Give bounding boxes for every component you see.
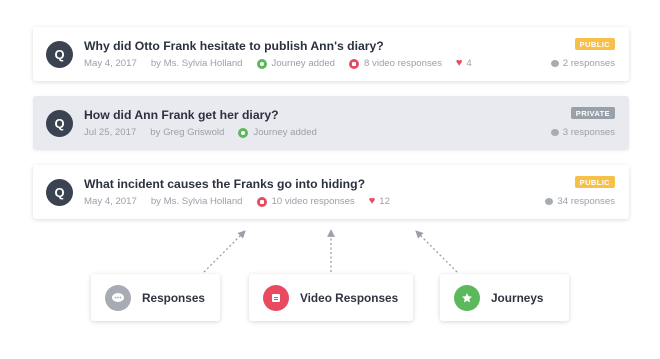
question-meta: May 4, 2017 by Ms. Sylvia Holland 10 vid… (84, 195, 390, 208)
video-icon (256, 196, 267, 207)
chat-bubble-icon (545, 198, 554, 205)
question-title[interactable]: What incident causes the Franks go into … (84, 177, 365, 191)
legend-video-responses: Video Responses (249, 274, 413, 321)
video-responses-count: 8 video responses (364, 58, 442, 69)
legend-journeys: Journeys (440, 274, 569, 321)
journey-indicator: Journey added (256, 58, 336, 69)
question-card[interactable]: Q How did Ann Frank get her diary? Jul 2… (33, 96, 629, 150)
video-responses-count: 10 video responses (271, 196, 355, 207)
question-title[interactable]: How did Ann Frank get her diary? (84, 108, 279, 122)
journey-indicator: Journey added (238, 127, 317, 138)
legend-label: Journeys (491, 290, 544, 305)
chat-bubble-icon (105, 284, 131, 311)
chat-bubble-icon (550, 129, 559, 136)
question-avatar: Q (46, 41, 73, 68)
video-responses-indicator: 8 video responses (349, 58, 442, 69)
responses-label: 34 responses (557, 196, 615, 207)
likes-indicator: ♥ 4 (455, 57, 472, 70)
video-icon (349, 58, 360, 69)
journey-label: Journey added (253, 127, 317, 138)
responses-label: 3 responses (562, 127, 615, 138)
visibility-badge: PUBLIC (574, 176, 615, 188)
journey-icon (238, 127, 249, 138)
question-title[interactable]: Why did Otto Frank hesitate to publish A… (84, 39, 384, 53)
question-date: Jul 25, 2017 (84, 127, 137, 138)
responses-label: 2 responses (562, 58, 615, 69)
legend-label: Video Responses (300, 290, 399, 305)
responses-count: 34 responses (545, 196, 615, 207)
visibility-badge: PRIVATE (570, 107, 615, 119)
question-author: by Ms. Sylvia Holland (150, 58, 243, 69)
likes-indicator: ♥ 12 (368, 195, 390, 208)
responses-count: 3 responses (550, 127, 615, 138)
heart-icon: ♥ (455, 57, 463, 69)
heart-icon: ♥ (368, 195, 376, 207)
video-responses-indicator: 10 video responses (256, 196, 355, 207)
question-meta: Jul 25, 2017 by Greg Griswold Journey ad… (84, 127, 317, 138)
question-avatar: Q (46, 179, 73, 206)
chat-bubble-icon (550, 60, 559, 67)
arrow-responses (203, 230, 246, 273)
question-author: by Greg Griswold (150, 127, 225, 138)
arrow-journeys (415, 230, 458, 273)
visibility-badge: PUBLIC (574, 38, 615, 50)
question-card[interactable]: Q What incident causes the Franks go int… (33, 165, 629, 219)
journey-label: Journey added (271, 58, 336, 69)
likes-count: 12 (379, 196, 390, 207)
question-date: May 4, 2017 (84, 196, 137, 207)
question-card[interactable]: Q Why did Otto Frank hesitate to publish… (33, 27, 629, 81)
responses-count: 2 responses (550, 58, 615, 69)
star-icon (454, 284, 480, 311)
journey-icon (256, 58, 267, 69)
question-author: by Ms. Sylvia Holland (150, 196, 243, 207)
question-avatar: Q (46, 110, 73, 137)
video-icon (263, 284, 289, 311)
question-meta: May 4, 2017 by Ms. Sylvia Holland Journe… (84, 57, 472, 70)
legend-label: Responses (142, 290, 205, 305)
legend-responses: Responses (91, 274, 220, 321)
question-date: May 4, 2017 (84, 58, 137, 69)
likes-count: 4 (466, 58, 472, 69)
